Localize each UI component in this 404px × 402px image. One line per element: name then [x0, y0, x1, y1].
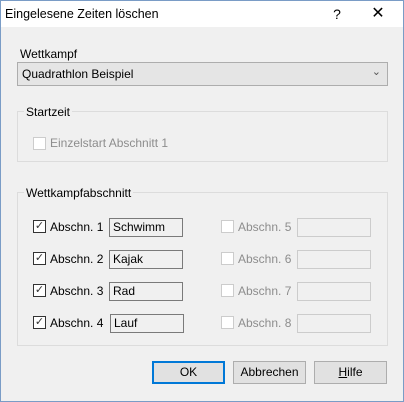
help-mnemonic: H: [338, 365, 348, 379]
abschnitt-2-input[interactable]: Kajak: [109, 250, 183, 269]
help-icon[interactable]: ?: [325, 4, 349, 24]
abschnitt-1-checkbox[interactable]: ✓: [33, 220, 46, 233]
abschnitt-2-label: Abschn. 2: [50, 252, 104, 266]
abschnitt-5-input[interactable]: [297, 218, 371, 237]
abschnitt-5-checkbox[interactable]: [221, 220, 234, 233]
wettkampf-value: Quadrathlon Beispiel: [22, 67, 134, 81]
wettkampfabschnitt-legend: Wettkampfabschnitt: [24, 186, 134, 200]
wettkampf-select[interactable]: Quadrathlon Beispiel ⌄: [17, 62, 388, 86]
abschnitt-7-label: Abschn. 7: [238, 284, 292, 298]
abschnitt-5-label: Abschn. 5: [238, 220, 292, 234]
abschnitt-4-label: Abschn. 4: [50, 316, 104, 330]
abschnitt-4-input[interactable]: Lauf: [110, 314, 184, 333]
window-title: Eingelesene Zeiten löschen: [5, 7, 159, 21]
dialog-window: Eingelesene Zeiten löschen ? ✕ Wettkampf…: [0, 0, 404, 402]
einzelstart-label: Einzelstart Abschnitt 1: [50, 136, 169, 150]
abschnitt-1-input[interactable]: Schwimm: [109, 218, 183, 237]
abschnitt-8-label: Abschn. 8: [238, 316, 292, 330]
abschnitt-7-checkbox[interactable]: [221, 284, 234, 297]
abschnitt-3-label: Abschn. 3: [50, 284, 104, 298]
cancel-button[interactable]: Abbrechen: [233, 361, 306, 384]
chevron-down-icon: ⌄: [371, 66, 381, 78]
abschnitt-4-checkbox[interactable]: ✓: [33, 316, 46, 329]
startzeit-legend: Startzeit: [24, 105, 73, 119]
abschnitt-8-checkbox[interactable]: [221, 316, 234, 329]
abschnitt-1-label: Abschn. 1: [50, 220, 104, 234]
help-label-rest: ilfe: [347, 365, 363, 379]
abschnitt-8-input[interactable]: [297, 314, 371, 333]
abschnitt-6-checkbox[interactable]: [221, 252, 234, 265]
wettkampf-label: Wettkampf: [20, 47, 78, 61]
abschnitt-3-checkbox[interactable]: ✓: [33, 284, 46, 297]
title-bar: Eingelesene Zeiten löschen ? ✕: [1, 1, 403, 27]
abschnitt-7-input[interactable]: [297, 282, 371, 301]
abschnitt-3-input[interactable]: Rad: [109, 282, 183, 301]
ok-button[interactable]: OK: [152, 361, 225, 384]
close-icon[interactable]: ✕: [363, 4, 393, 24]
abschnitt-2-checkbox[interactable]: ✓: [33, 252, 46, 265]
einzelstart-checkbox[interactable]: [33, 137, 46, 150]
abschnitt-6-label: Abschn. 6: [238, 252, 292, 266]
help-button[interactable]: Hilfe: [314, 361, 387, 384]
abschnitt-6-input[interactable]: [297, 250, 371, 269]
